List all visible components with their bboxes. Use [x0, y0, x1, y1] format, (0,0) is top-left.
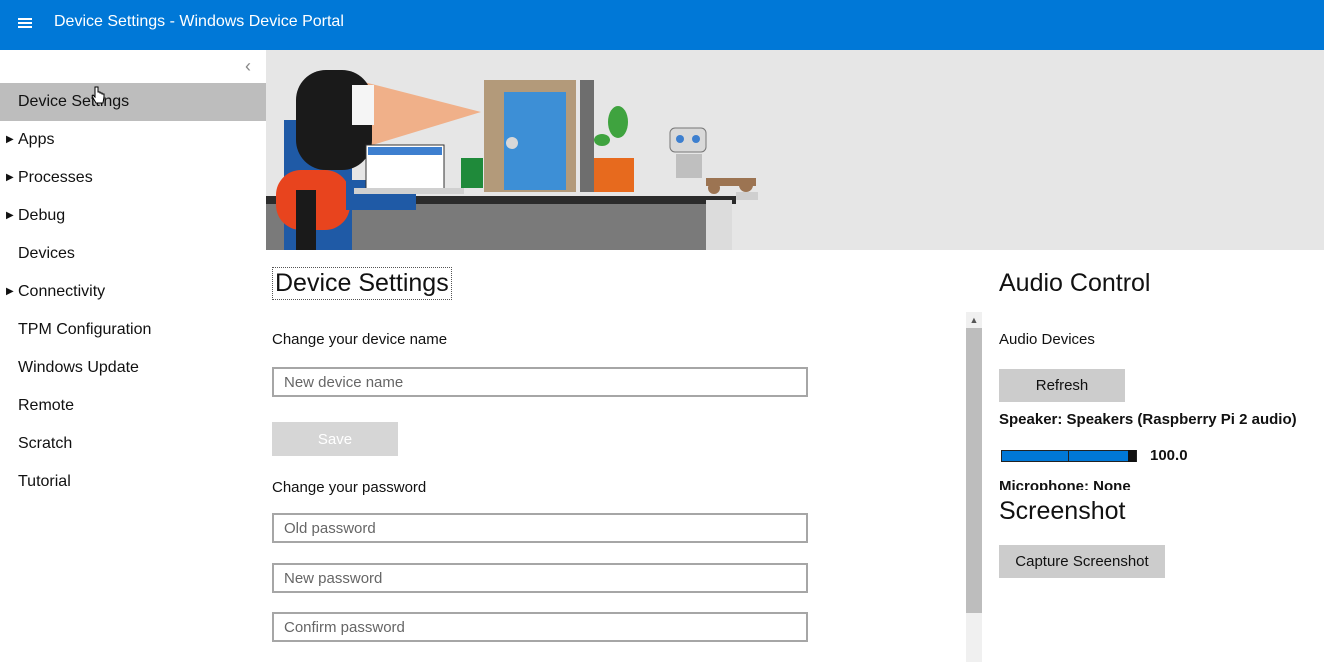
password-label: Change your password — [272, 479, 427, 496]
title-bar: Device Settings - Windows Device Portal — [0, 0, 1324, 50]
sidebar-item-label: TPM Configuration — [18, 321, 152, 338]
scrollbar-thumb[interactable] — [966, 328, 982, 613]
sidebar: ‹ Device Settings ▶ Apps ▶ Processes ▶ Debu… — [0, 50, 266, 662]
sidebar-item-apps[interactable]: ▶ Apps — [0, 121, 266, 159]
sidebar-item-label: Apps — [18, 131, 55, 148]
speaker-volume-slider[interactable] — [1001, 450, 1137, 462]
sidebar-item-label: Windows Update — [18, 359, 139, 376]
speaker-volume-value: 100.0 — [1150, 447, 1188, 464]
app-title: Device Settings - Windows Device Portal — [54, 13, 344, 30]
sidebar-item-remote[interactable]: Remote — [0, 387, 266, 425]
sidebar-item-label: Scratch — [18, 435, 73, 452]
device-name-input[interactable] — [272, 367, 808, 397]
page-title: Device Settings — [272, 267, 452, 300]
sidebar-item-connectivity[interactable]: ▶ Connectivity — [0, 273, 266, 311]
expand-caret-icon: ▶ — [6, 286, 14, 297]
microphone-row: Microphone: None — [999, 477, 1299, 490]
sidebar-item-label: Processes — [18, 169, 93, 186]
expand-caret-icon: ▶ — [6, 134, 14, 145]
save-button[interactable]: Save — [272, 422, 398, 456]
screenshot-title: Screenshot — [999, 497, 1126, 525]
sidebar-item-label: Device Settings — [18, 93, 130, 110]
sidebar-item-label: Debug — [18, 207, 66, 224]
sidebar-item-tutorial[interactable]: Tutorial — [0, 463, 266, 501]
audio-devices-label: Audio Devices — [999, 331, 1095, 348]
sidebar-item-label: Connectivity — [18, 283, 106, 300]
expand-caret-icon: ▶ — [6, 172, 14, 183]
new-password-input[interactable] — [272, 563, 808, 593]
audio-control-title: Audio Control — [999, 269, 1151, 297]
scroll-up-icon[interactable]: ▲ — [966, 312, 982, 328]
sidebar-item-device-settings[interactable]: Device Settings — [0, 83, 266, 121]
slider-thumb[interactable] — [1128, 450, 1136, 462]
hamburger-menu-icon[interactable] — [18, 18, 32, 30]
sidebar-item-label: Tutorial — [18, 473, 71, 490]
sidebar-item-windows-update[interactable]: Windows Update — [0, 349, 266, 387]
confirm-password-input[interactable] — [272, 612, 808, 642]
sidebar-item-label: Remote — [18, 397, 75, 414]
slider-tick — [1068, 451, 1069, 461]
sidebar-item-devices[interactable]: Devices — [0, 235, 266, 273]
refresh-button[interactable]: Refresh — [999, 369, 1125, 402]
sidebar-item-scratch[interactable]: Scratch — [0, 425, 266, 463]
right-panel: Audio Control Audio Devices Refresh Spea… — [999, 251, 1324, 662]
device-name-label: Change your device name — [272, 331, 448, 348]
hand-cursor-icon — [91, 86, 105, 104]
sidebar-item-processes[interactable]: ▶ Processes — [0, 159, 266, 197]
sidebar-nav: Device Settings ▶ Apps ▶ Processes ▶ Debug … — [0, 83, 266, 501]
microphone-label: Microphone: None — [999, 478, 1131, 490]
sidebar-item-label: Devices — [18, 245, 75, 262]
speaker-label: Speaker: Speakers (Raspberry Pi 2 audio) — [999, 411, 1297, 428]
capture-screenshot-button[interactable]: Capture Screenshot — [999, 545, 1165, 578]
device-settings-panel: Device Settings Change your device name … — [266, 251, 966, 662]
collapse-sidebar-icon[interactable]: ‹ — [240, 57, 256, 75]
scrollbar[interactable]: ▲ — [966, 312, 982, 662]
sidebar-item-tpm-configuration[interactable]: TPM Configuration — [0, 311, 266, 349]
old-password-input[interactable] — [272, 513, 808, 543]
expand-caret-icon: ▶ — [6, 210, 14, 221]
hero-illustration — [266, 50, 1324, 250]
sidebar-item-debug[interactable]: ▶ Debug — [0, 197, 266, 235]
